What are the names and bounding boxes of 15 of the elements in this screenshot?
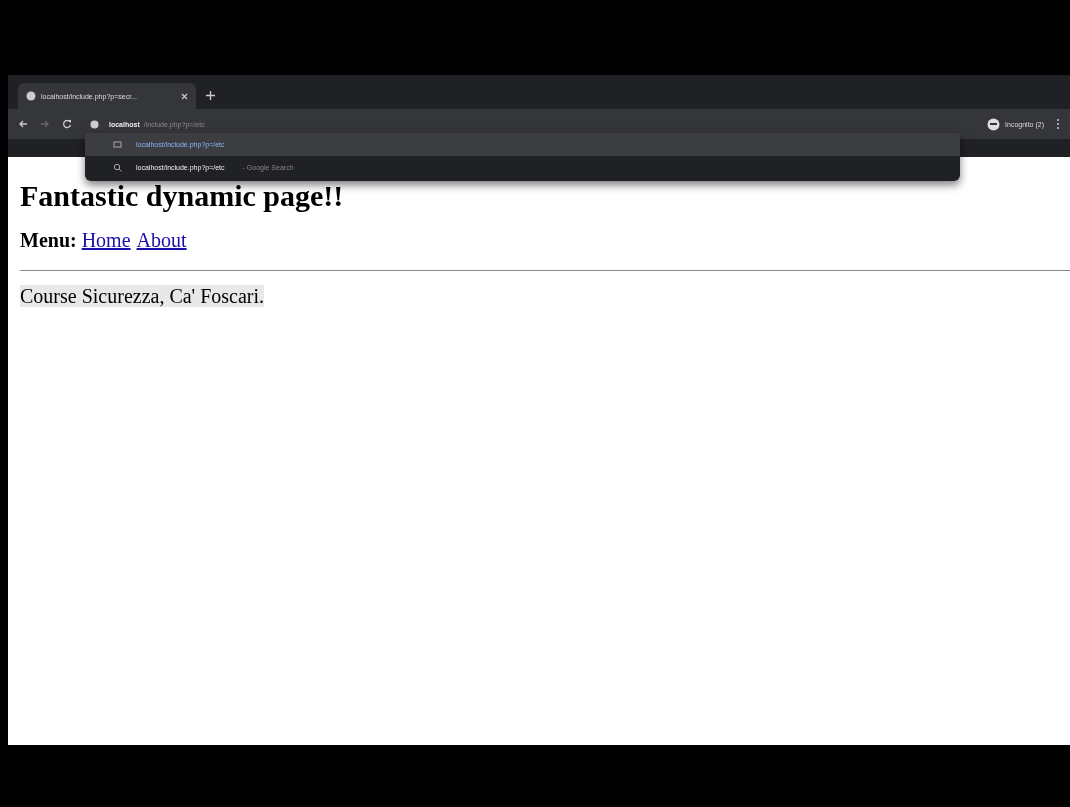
menu-link[interactable]: Home <box>81 229 131 251</box>
close-icon[interactable] <box>181 92 188 100</box>
search-icon <box>113 163 122 172</box>
incognito-icon <box>987 117 1001 131</box>
footer-text: Course Sicurezza, Ca' Foscari. <box>20 285 265 307</box>
back-icon[interactable] <box>18 119 28 129</box>
globe-icon <box>90 119 99 129</box>
page-icon <box>113 140 122 149</box>
menu-link[interactable]: About <box>136 229 187 251</box>
reload-icon[interactable] <box>62 119 72 129</box>
more-icon[interactable] <box>1056 118 1060 130</box>
globe-icon <box>26 91 36 101</box>
menu-label: Menu: <box>20 229 77 251</box>
page-heading: Fantastic dynamic page!! <box>20 179 345 213</box>
new-tab-icon[interactable] <box>206 91 215 100</box>
